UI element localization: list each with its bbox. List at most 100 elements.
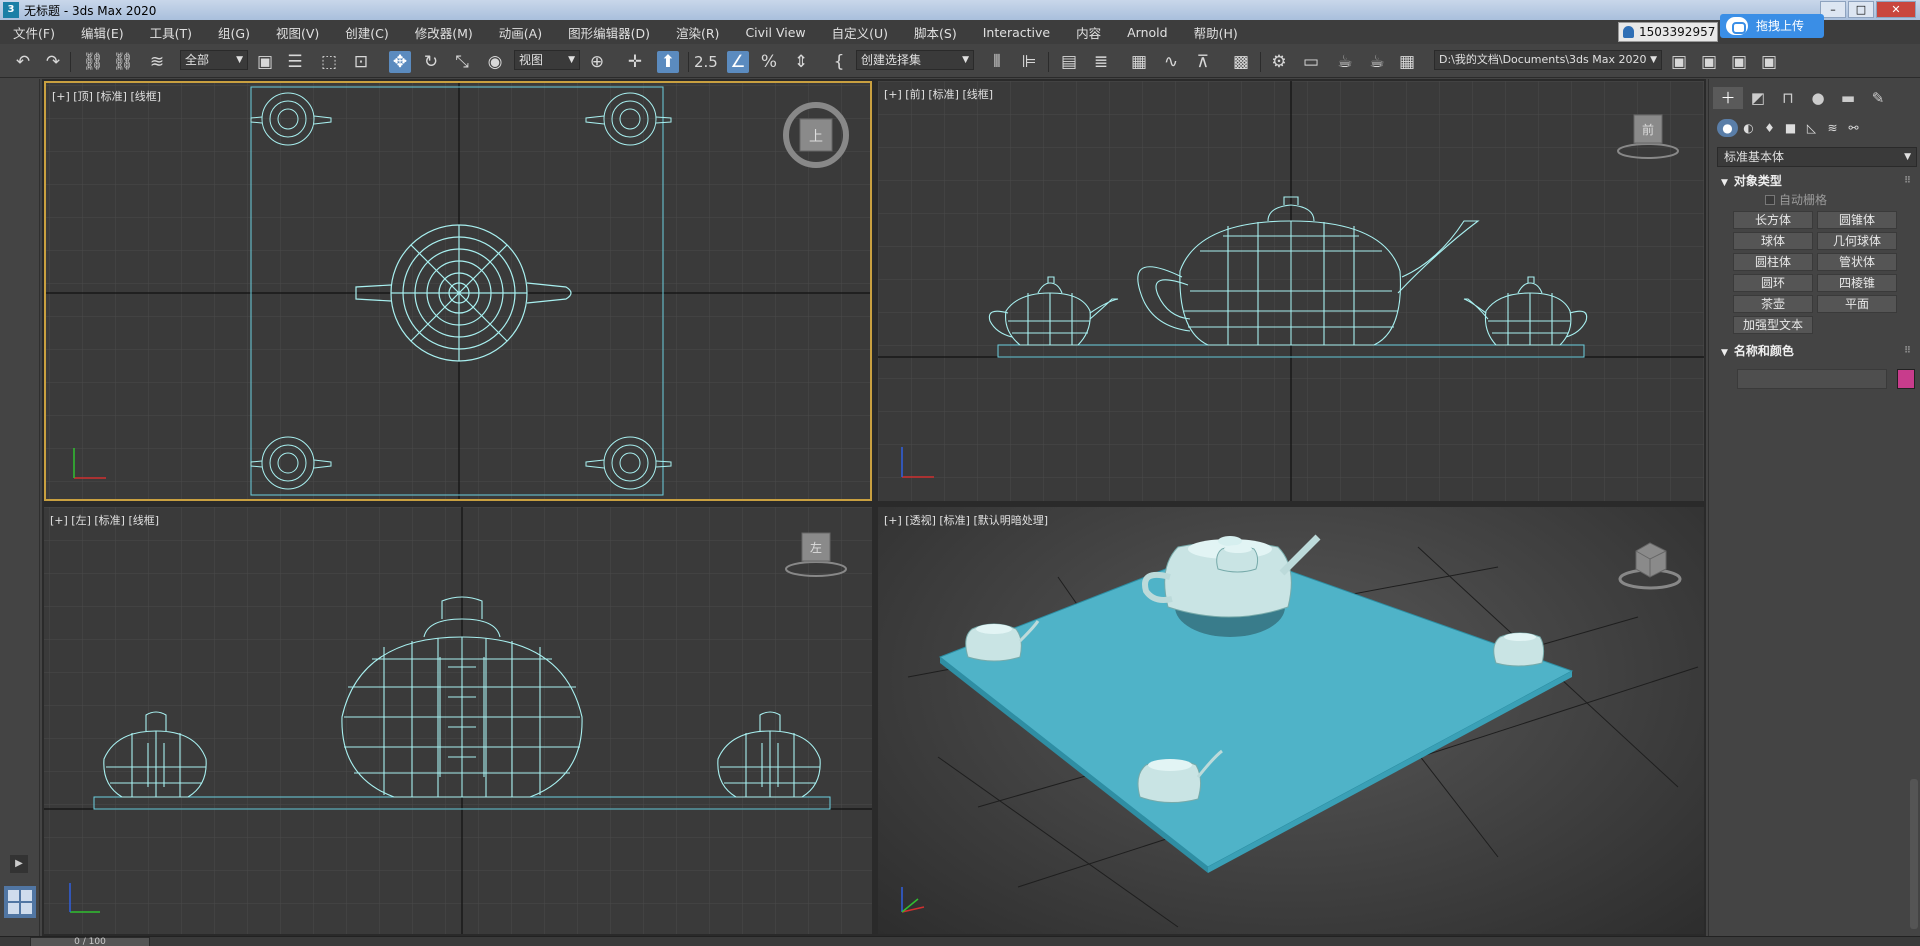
scale-icon[interactable]: ⤡ (451, 51, 473, 73)
project-folder-icon[interactable]: ▣ (1668, 51, 1690, 73)
menu-animation[interactable]: 动画(A) (486, 23, 555, 42)
open-project-icon[interactable]: ▣ (1698, 51, 1720, 73)
play-icon[interactable]: ▶ (10, 855, 28, 873)
ribbon-toggle-icon[interactable]: ▦ (1128, 51, 1150, 73)
viewport-left[interactable]: [+] [左] [标准] [线框] 左 (44, 507, 872, 934)
geosphere-button[interactable]: 几何球体 (1817, 232, 1897, 250)
select-object-icon[interactable]: ▣ (254, 51, 276, 73)
edit-named-selection-icon[interactable]: { (828, 51, 850, 73)
rect-region-icon[interactable]: ⬚ (318, 51, 340, 73)
text-plus-button[interactable]: 加强型文本 (1733, 316, 1813, 334)
name-color-rollout[interactable]: ▼ 名称和颜色 ⠿ (1717, 341, 1917, 361)
object-type-rollout[interactable]: ▼ 对象类型 ⠿ (1717, 171, 1917, 191)
menu-arnold[interactable]: Arnold (1114, 25, 1180, 40)
place-icon[interactable]: ◉ (484, 51, 506, 73)
menu-modifiers[interactable]: 修改器(M) (402, 23, 486, 42)
select-by-name-icon[interactable]: ☰ (284, 51, 306, 73)
percent-snap-icon[interactable]: % (758, 51, 780, 73)
sphere-button[interactable]: 球体 (1733, 232, 1813, 250)
keyboard-shortcut-override-icon[interactable]: ⬆ (657, 51, 679, 73)
systems-icon[interactable]: ⚯ (1843, 119, 1864, 137)
menu-help[interactable]: 帮助(H) (1181, 23, 1251, 42)
menu-graph-editors[interactable]: 图形编辑器(D) (555, 23, 663, 42)
unlink-icon[interactable]: ⛓ (112, 51, 134, 73)
cameras-icon[interactable]: ■ (1780, 119, 1801, 137)
menu-file[interactable]: 文件(F) (0, 23, 68, 42)
undo-icon[interactable]: ↶ (12, 51, 34, 73)
viewport-perspective-label[interactable]: [+] [透视] [标准] [默认明暗处理] (884, 512, 1048, 528)
menu-interactive[interactable]: Interactive (970, 25, 1063, 40)
space-warps-icon[interactable]: ≋ (1822, 119, 1843, 137)
box-button[interactable]: 长方体 (1733, 211, 1813, 229)
close-button[interactable]: ✕ (1876, 1, 1916, 18)
hierarchy-tab-icon[interactable]: ⊓ (1773, 87, 1803, 109)
cone-button[interactable]: 圆锥体 (1817, 211, 1897, 229)
upload-button[interactable]: 拖拽上传 (1720, 14, 1824, 38)
pivot-center-icon[interactable]: ⊕ (586, 51, 608, 73)
ref-coord-dropdown[interactable]: 视图 ▼ (514, 50, 580, 70)
select-manipulate-icon[interactable]: ✛ (624, 51, 646, 73)
render-iterative-icon[interactable]: ☕ (1366, 51, 1388, 73)
menu-tools[interactable]: 工具(T) (137, 23, 205, 42)
autogrid-checkbox[interactable]: 自动栅格 (1765, 191, 1827, 208)
command-panel-scrollbar[interactable] (1910, 779, 1918, 929)
menu-scripting[interactable]: 脚本(S) (901, 23, 970, 42)
tube-button[interactable]: 管状体 (1817, 253, 1897, 271)
teapot-button[interactable]: 茶壶 (1733, 295, 1813, 313)
rendered-frame-icon[interactable]: ▭ (1300, 51, 1322, 73)
shapes-icon[interactable]: ◐ (1738, 119, 1759, 137)
viewport-front[interactable]: [+] [前] [标准] [线框] 前 (878, 81, 1704, 501)
menu-customize[interactable]: 自定义(U) (819, 23, 901, 42)
mirror-icon[interactable]: ⫴ (986, 51, 1008, 73)
maximize-button[interactable]: □ (1848, 1, 1874, 18)
utilities-tab-icon[interactable]: ✎ (1863, 87, 1893, 109)
cylinder-button[interactable]: 圆柱体 (1733, 253, 1813, 271)
view-cube-perspective[interactable] (1618, 542, 1682, 590)
viewport-front-label[interactable]: [+] [前] [标准] [线框] (884, 86, 993, 102)
link-icon[interactable]: ⛓ (82, 51, 104, 73)
torus-button[interactable]: 圆环 (1733, 274, 1813, 292)
angle-snap-icon[interactable]: ∠ (727, 51, 749, 73)
menu-civil-view[interactable]: Civil View (732, 25, 818, 40)
project-settings-icon[interactable]: ▣ (1728, 51, 1750, 73)
dope-sheet-icon[interactable]: ⊼ (1192, 51, 1214, 73)
spinner-snap-icon[interactable]: ⇕ (790, 51, 812, 73)
project-new-icon[interactable]: ▣ (1758, 51, 1780, 73)
layer-explorer-icon[interactable]: ≣ (1090, 51, 1112, 73)
viewport-layout-button[interactable] (4, 886, 36, 918)
motion-tab-icon[interactable]: ● (1803, 87, 1833, 109)
render-cloud-icon[interactable]: ▦ (1396, 51, 1418, 73)
time-slider[interactable]: 0 / 100 (30, 937, 150, 946)
window-crossing-icon[interactable]: ⊡ (350, 51, 372, 73)
snap-toggle-icon[interactable]: 2.5 (694, 51, 718, 73)
named-selection-dropdown[interactable]: 创建选择集 ▼ (856, 50, 974, 70)
category-dropdown[interactable]: 标准基本体 ▼ (1717, 147, 1917, 167)
object-color-swatch[interactable] (1897, 369, 1915, 389)
schematic-view-icon[interactable]: ▩ (1230, 51, 1252, 73)
render-setup-icon[interactable]: ⚙ (1268, 51, 1290, 73)
modify-tab-icon[interactable]: ◩ (1743, 87, 1773, 109)
scene-explorer-icon[interactable]: ▤ (1058, 51, 1080, 73)
viewport-top[interactable]: [+] [顶] [标准] [线框] 上 (44, 81, 872, 501)
pyramid-button[interactable]: 四棱锥 (1817, 274, 1897, 292)
menu-views[interactable]: 视图(V) (263, 23, 332, 42)
create-tab-icon[interactable]: ＋ (1713, 87, 1743, 109)
viewport-top-label[interactable]: [+] [顶] [标准] [线框] (52, 88, 161, 104)
project-path-dropdown[interactable]: D:\我的文档\Documents\3ds Max 2020 ▼ (1434, 50, 1662, 70)
curve-editor-icon[interactable]: ∿ (1160, 51, 1182, 73)
menu-group[interactable]: 组(G) (205, 23, 263, 42)
account-button[interactable]: 1503392957 (1618, 22, 1718, 42)
display-tab-icon[interactable]: ▬ (1833, 87, 1863, 109)
lights-icon[interactable]: ♦ (1759, 119, 1780, 137)
helpers-icon[interactable]: ◺ (1801, 119, 1822, 137)
plane-button[interactable]: 平面 (1817, 295, 1897, 313)
selection-filter-dropdown[interactable]: 全部 ▼ (180, 50, 248, 70)
menu-rendering[interactable]: 渲染(R) (663, 23, 732, 42)
object-name-input[interactable] (1737, 369, 1887, 389)
bind-space-warp-icon[interactable]: ≋ (146, 51, 168, 73)
viewport-left-label[interactable]: [+] [左] [标准] [线框] (50, 512, 159, 528)
align-icon[interactable]: ⊫ (1018, 51, 1040, 73)
redo-icon[interactable]: ↷ (42, 51, 64, 73)
menu-content[interactable]: 内容 (1063, 23, 1114, 42)
rotate-icon[interactable]: ↻ (420, 51, 442, 73)
